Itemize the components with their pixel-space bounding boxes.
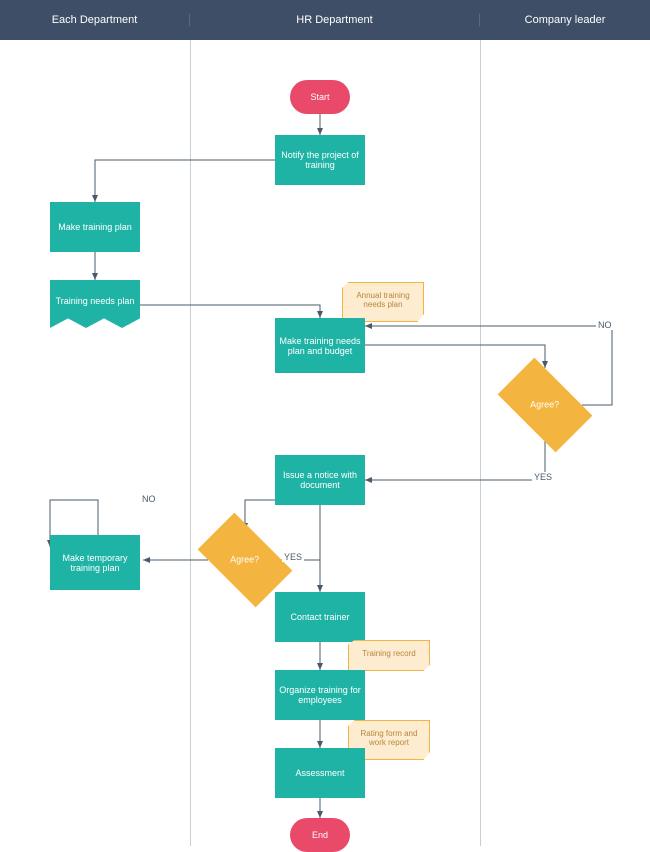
issue-notice-node: Issue a notice with document (275, 455, 365, 505)
lane-header-each-department: Each Department (0, 14, 190, 26)
make-temporary-plan-node: Make temporary training plan (50, 535, 140, 590)
lane-divider-2 (480, 40, 481, 846)
training-needs-plan-doc: Training needs plan (50, 280, 140, 328)
edge-label-yes-1: YES (532, 472, 554, 482)
annual-training-annotation: Annual training needs plan (342, 282, 424, 322)
lane-header-hr-department: HR Department (190, 14, 480, 26)
assessment-node: Assessment (275, 748, 365, 798)
edge-label-yes-2: YES (282, 552, 304, 562)
edge-label-no-2: NO (140, 494, 158, 504)
start-node: Start (290, 80, 350, 114)
make-training-plan-node: Make training plan (50, 202, 140, 252)
make-needs-budget-node: Make training needs plan and budget (275, 318, 365, 373)
lane-divider-1 (190, 40, 191, 846)
agree-decision-1: Agree? (498, 358, 593, 453)
contact-trainer-node: Contact trainer (275, 592, 365, 642)
notify-project-node: Notify the project of training (275, 135, 365, 185)
swimlane-header: Each Department HR Department Company le… (0, 0, 650, 40)
end-node: End (290, 818, 350, 852)
edge-label-no-1: NO (596, 320, 614, 330)
training-record-annotation: Training record (348, 640, 430, 671)
lane-header-company-leader: Company leader (480, 14, 650, 26)
flowchart-canvas: Start Notify the project of training Mak… (0, 40, 650, 846)
organize-training-node: Organize training for employees (275, 670, 365, 720)
